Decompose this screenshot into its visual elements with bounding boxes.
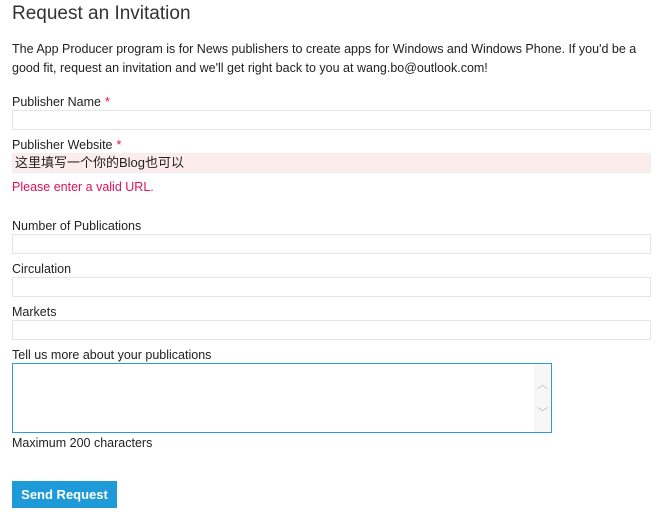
publisher-name-label: Publisher Name * (12, 95, 110, 109)
website-error-message: Please enter a valid URL. (12, 180, 154, 194)
send-request-button[interactable]: Send Request (12, 481, 117, 508)
chevron-down-icon[interactable]: ﹀ (534, 404, 551, 420)
circulation-label: Circulation (12, 262, 72, 276)
page-title: Request an Invitation (12, 3, 191, 24)
intro-text: The App Producer program is for News pub… (12, 42, 637, 75)
markets-label: Markets (12, 305, 57, 319)
more-info-textarea[interactable]: ︿ ﹀ (12, 363, 552, 433)
publisher-website-input[interactable]: 这里填写一个你的Blog也可以 (12, 153, 651, 173)
num-publications-input[interactable] (12, 234, 651, 254)
textarea-scrollbar[interactable]: ︿ ﹀ (534, 364, 551, 432)
chevron-up-icon[interactable]: ︿ (534, 376, 551, 392)
publisher-name-input[interactable] (12, 110, 651, 130)
max-chars-hint: Maximum 200 characters (12, 436, 153, 450)
num-publications-label: Number of Publications (12, 219, 142, 233)
more-info-label: Tell us more about your publications (12, 348, 212, 362)
markets-input[interactable] (12, 320, 651, 340)
circulation-input[interactable] (12, 277, 651, 297)
publisher-website-label: Publisher Website * (12, 138, 122, 152)
